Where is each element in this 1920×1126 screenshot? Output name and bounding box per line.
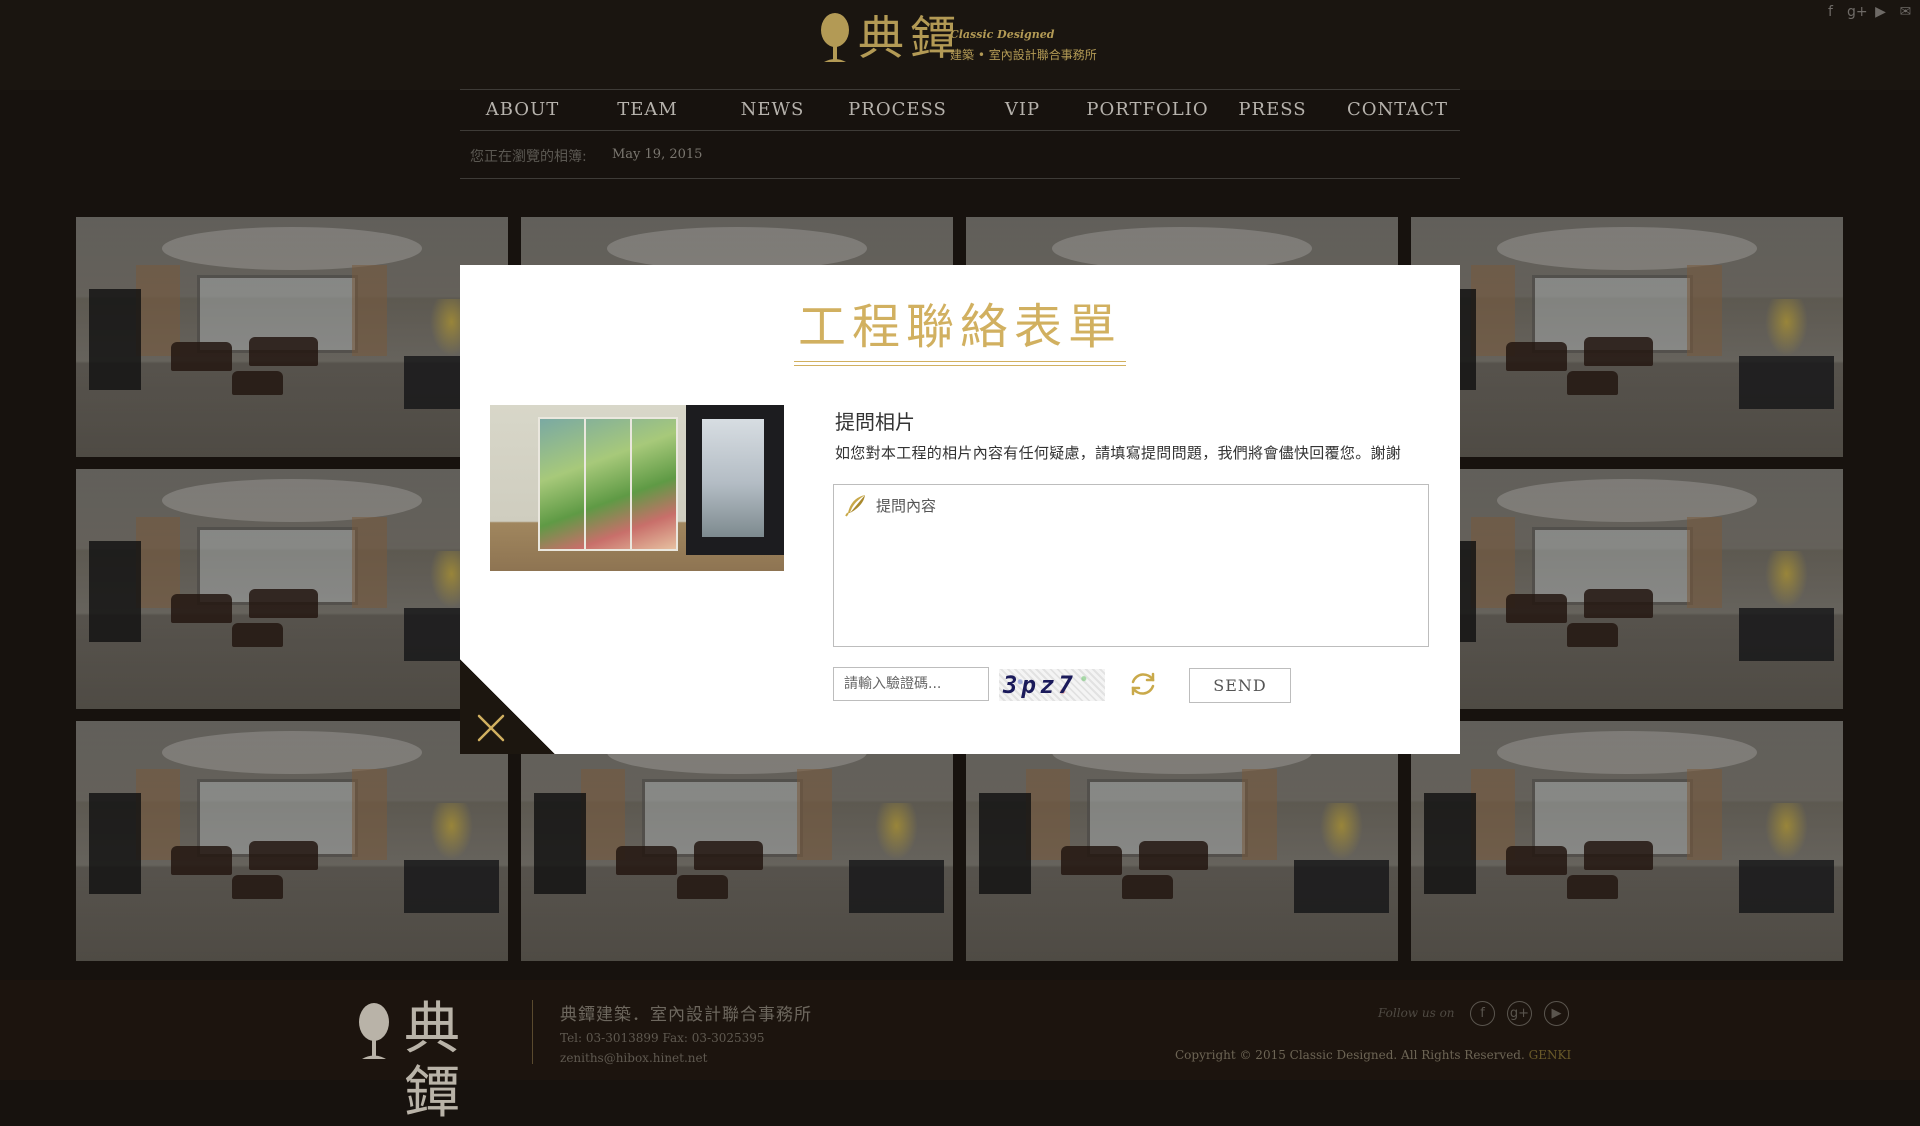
captcha-input[interactable] (833, 667, 989, 701)
close-icon (477, 714, 505, 742)
modal-overlay: 工程聯絡表單 提問相片 如您對本工程的相片內容有任何疑慮，請填寫提問問題，我們將… (0, 0, 1920, 1080)
refresh-captcha-icon[interactable] (1127, 668, 1159, 700)
send-button[interactable]: SEND (1189, 668, 1291, 703)
contact-form-modal: 工程聯絡表單 提問相片 如您對本工程的相片內容有任何疑慮，請填寫提問問題，我們將… (460, 265, 1460, 754)
question-description: 如您對本工程的相片內容有任何疑慮，請填寫提問問題，我們將會儘快回覆您。謝謝 (835, 444, 1402, 462)
captcha-code: 3pz7 (1003, 671, 1077, 699)
modal-title: 工程聯絡表單 (793, 297, 1127, 366)
project-photo (490, 405, 784, 571)
question-box (833, 484, 1429, 647)
close-button[interactable] (460, 659, 556, 754)
question-photo-title: 提問相片 (835, 410, 915, 434)
quill-icon (845, 495, 865, 517)
captcha-image: 3pz7 (999, 669, 1105, 701)
question-input[interactable] (876, 493, 1416, 637)
